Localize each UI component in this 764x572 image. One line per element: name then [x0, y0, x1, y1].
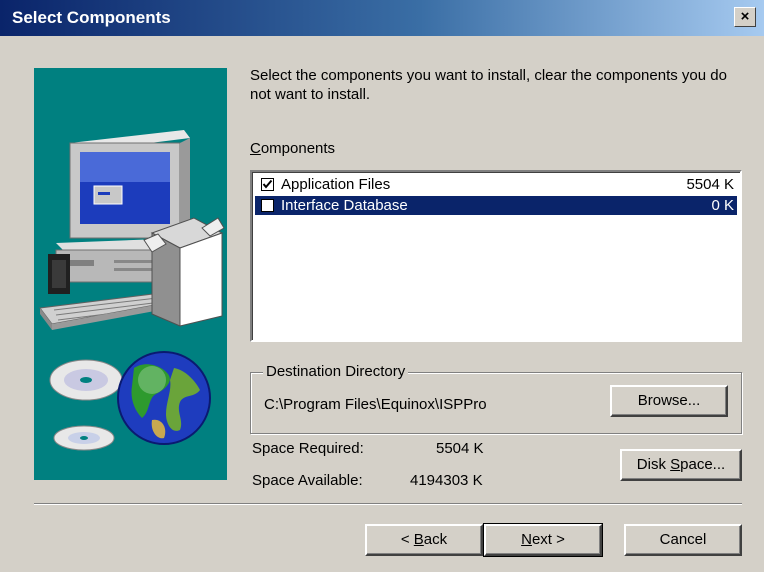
- destination-directory-legend: Destination Directory: [263, 363, 409, 380]
- separator-line: [34, 503, 742, 505]
- monitor-icon: [69, 130, 190, 239]
- software-box-icon: [143, 217, 225, 327]
- space-required-label: Space Required:: [252, 440, 364, 457]
- components-label: Components: [250, 140, 336, 157]
- components-list[interactable]: Application Files 5504 K Interface Datab…: [250, 170, 742, 342]
- back-button[interactable]: < Back: [365, 524, 483, 556]
- cancel-button[interactable]: Cancel: [624, 524, 742, 556]
- component-size: 0 K: [711, 197, 734, 214]
- close-icon: ×: [740, 8, 750, 25]
- interface-database-checkbox[interactable]: [261, 199, 274, 212]
- component-item-interface-database[interactable]: Interface Database 0 K: [255, 196, 737, 215]
- computer-globe-illustration: [39, 130, 225, 451]
- next-button[interactable]: Next >: [483, 523, 603, 557]
- component-label: Interface Database: [281, 197, 408, 214]
- close-button[interactable]: ×: [734, 7, 756, 27]
- checkmark-icon: [262, 179, 273, 189]
- space-required-value: 5504 K: [436, 440, 484, 457]
- space-available-label: Space Available:: [252, 472, 363, 489]
- component-item-application-files[interactable]: Application Files 5504 K: [255, 175, 737, 194]
- instruction-text: Select the components you want to instal…: [250, 67, 727, 103]
- space-available-value: 4194303 K: [410, 472, 483, 489]
- component-size: 5504 K: [686, 176, 734, 193]
- browse-button[interactable]: Browse...: [610, 385, 728, 417]
- title-bar: Select Components ×: [0, 0, 764, 36]
- component-label: Application Files: [281, 176, 391, 193]
- globe-icon: [117, 351, 211, 445]
- destination-path: C:\Program Files\Equinox\ISPPro: [264, 396, 487, 413]
- cd-disc-icon: [49, 359, 123, 451]
- setup-illustration: [34, 68, 227, 480]
- application-files-checkbox[interactable]: [261, 178, 274, 191]
- window-title: Select Components: [12, 8, 171, 27]
- disk-space-button[interactable]: Disk Space...: [620, 449, 742, 481]
